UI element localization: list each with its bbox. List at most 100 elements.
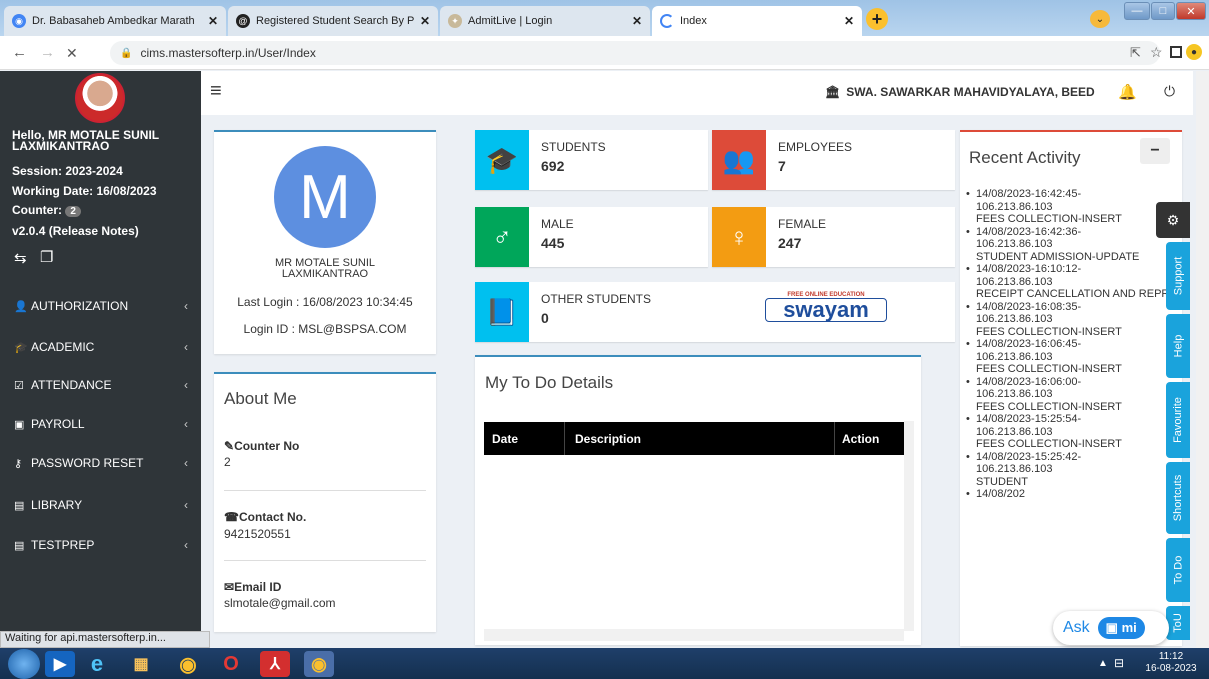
chrome-active-icon[interactable]: ◉	[304, 651, 334, 677]
browser-tab-4[interactable]: Index ✕	[652, 6, 862, 36]
college-title: 🏛 SWA. SAWARKAR MAHAVIDYALAYA, BEED	[825, 85, 1095, 99]
back-icon[interactable]: ←	[12, 44, 27, 61]
close-icon[interactable]: ✕	[632, 14, 642, 28]
side-panel-icon[interactable]	[1170, 46, 1182, 58]
activity-item: • 14/08/202	[966, 488, 1182, 501]
session-text: Session: 2023-2024	[12, 164, 123, 178]
sidebar-item-attendance[interactable]: ☑ ATTENDANCE ‹	[14, 378, 194, 392]
activity-time: 14/08/202	[976, 488, 1025, 500]
activity-title: Recent Activity	[969, 148, 1081, 167]
profile-name: MR MOTALE SUNIL LAXMIKANTRAO	[274, 257, 376, 280]
sidebar-item-authorization[interactable]: 👤 AUTHORIZATION ‹	[14, 299, 194, 313]
activity-time: 14/08/2023-16:06:00-	[976, 375, 1082, 388]
media-player-icon[interactable]: ▶	[45, 651, 75, 677]
activity-action: STUDENT	[976, 475, 1028, 488]
close-icon[interactable]: ✕	[420, 14, 430, 28]
share-icon[interactable]: ⇱	[1130, 45, 1141, 61]
favourite-tab[interactable]: Favourite	[1166, 382, 1190, 458]
last-login: Last Login : 16/08/2023 10:34:45	[237, 295, 413, 309]
page-scrollbar[interactable]	[1196, 71, 1209, 648]
new-tab-button[interactable]: +	[866, 8, 888, 30]
activity-ip: 106.213.86.103	[976, 200, 1053, 213]
minimize-button[interactable]: —	[1124, 2, 1150, 20]
employees-stat[interactable]: 👥 EMPLOYEES 7	[712, 130, 955, 190]
vertical-scrollbar[interactable]	[904, 421, 914, 631]
chevron-left-icon: ‹	[184, 498, 188, 512]
browser-tab-2[interactable]: @ Registered Student Search By PR ✕	[228, 6, 438, 36]
todo-tab[interactable]: To Do	[1166, 538, 1190, 602]
sync-icon[interactable]: ⇆	[14, 249, 27, 267]
sidebar-item-payroll[interactable]: ▣ PAYROLL ‹	[14, 417, 194, 431]
close-icon[interactable]: ✕	[208, 14, 218, 28]
forward-icon[interactable]: →	[40, 44, 55, 61]
profile-icon[interactable]: ●	[1186, 44, 1202, 60]
activity-item: • 14/08/2023-16:42:36- 106.213.86.103 STUDE…	[966, 226, 1182, 264]
activity-action: RECEIPT CANCELLATION AND REPRINT-UPDATE	[976, 288, 1182, 300]
activity-time: 14/08/2023-15:25:42-	[976, 450, 1082, 463]
profile-card: M MR MOTALE SUNIL LAXMIKANTRAO Last Logi…	[214, 130, 436, 354]
book-icon: ▤	[14, 499, 25, 512]
help-tab[interactable]: Help	[1166, 314, 1190, 378]
network-icon[interactable]: ⊟	[1114, 656, 1124, 670]
bullet-icon: •	[966, 263, 970, 275]
windows-start-icon[interactable]	[8, 649, 40, 679]
star-icon[interactable]: ☆	[1150, 44, 1163, 61]
column-header-description: Description	[575, 432, 642, 446]
todo-card: My To Do Details Date Description Action	[475, 355, 921, 645]
sidebar-item-academic[interactable]: 🎓 ACADEMIC ‹	[14, 340, 194, 354]
internet-explorer-icon[interactable]: e	[82, 651, 112, 677]
tou-tab[interactable]: ToU	[1166, 606, 1190, 640]
activity-item: • 14/08/2023-16:10:12- 106.213.86.103 RECEI…	[966, 263, 1182, 301]
sidebar-item-library[interactable]: ▤ LIBRARY ‹	[14, 498, 194, 512]
close-window-button[interactable]: ✕	[1176, 2, 1206, 20]
stop-loading-icon[interactable]: ✕	[66, 45, 78, 62]
clock[interactable]: 11:12 16-08-2023	[1136, 651, 1206, 675]
sidebar-item-testprep[interactable]: ▤ TESTPREP ‹	[14, 538, 194, 552]
shortcuts-tab[interactable]: Shortcuts	[1166, 462, 1190, 534]
chevron-left-icon: ‹	[184, 538, 188, 552]
chrome-icon[interactable]: ◉	[173, 651, 203, 677]
activity-item: • 14/08/2023-16:08:35- 106.213.86.103 FEES …	[966, 301, 1182, 339]
email-value: slmotale@gmail.com	[224, 596, 336, 610]
browser-tab-3[interactable]: ✦ AdmitLive | Login ✕	[440, 6, 650, 36]
male-stat[interactable]: ♂ MALE 445	[475, 207, 708, 267]
url-field[interactable]: 🔒 cims.mastersofterp.in/User/Index	[110, 41, 1160, 65]
maximize-button[interactable]: □	[1151, 2, 1175, 20]
chevron-left-icon: ‹	[184, 417, 188, 431]
power-icon[interactable]: ⏻	[1164, 83, 1175, 100]
chevron-left-icon: ‹	[184, 378, 188, 392]
admitlive-icon: ✦	[448, 14, 462, 28]
activity-item: • 14/08/2023-15:25:42- 106.213.86.103 STUDE…	[966, 450, 1182, 489]
browser-tab-1[interactable]: ◉ Dr. Babasaheb Ambedkar Marath ✕	[4, 6, 226, 36]
activity-list: • 14/08/2023-16:42:45- 106.213.86.103 FEES …	[966, 188, 1182, 501]
swayam-logo[interactable]: FREE ONLINE EDUCATION swayam	[765, 292, 887, 330]
opera-icon[interactable]: O	[216, 651, 246, 677]
activity-time: 14/08/2023-16:10:12-	[976, 263, 1082, 275]
activity-ip: 106.213.86.103	[976, 238, 1053, 250]
students-stat[interactable]: 🎓 STUDENTS 692	[475, 130, 708, 190]
settings-gear-icon[interactable]: ⚙	[1156, 202, 1190, 238]
file-explorer-icon[interactable]: ▦	[126, 651, 156, 677]
activity-ip: 106.213.86.103	[976, 425, 1053, 438]
release-notes-link[interactable]: v2.0.4 (Release Notes)	[12, 224, 139, 238]
ask-chat-button[interactable]: Ask ▣ mi	[1053, 611, 1169, 645]
collapse-button[interactable]: −	[1140, 138, 1170, 164]
profile-initial-avatar: M	[274, 146, 376, 248]
checkbox-icon: ☑	[14, 379, 24, 392]
bell-icon[interactable]: 🔔	[1118, 83, 1137, 101]
support-tab[interactable]: Support	[1166, 242, 1190, 310]
hamburger-menu-icon[interactable]: ≡	[210, 80, 222, 103]
tray-arrow-icon[interactable]: ▲	[1098, 658, 1108, 669]
avatar	[75, 73, 125, 123]
tab-search-icon[interactable]: ⌄	[1090, 10, 1110, 28]
female-stat[interactable]: ♀ FEMALE 247	[712, 207, 955, 267]
sidebar-item-password-reset[interactable]: ⚷ PASSWORD RESET ‹	[14, 456, 194, 470]
user-greeting: Hello, MR MOTALE SUNIL LAXMIKANTRAO	[12, 128, 159, 153]
close-icon[interactable]: ✕	[844, 14, 854, 28]
bullet-icon: •	[966, 188, 970, 200]
other-students-stat[interactable]: 📘 OTHER STUDENTS 0 FREE ONLINE EDUCATION…	[475, 282, 955, 342]
horizontal-scrollbar[interactable]	[484, 629, 904, 641]
copy-icon[interactable]: ❐	[40, 248, 53, 266]
pdf-reader-icon[interactable]: ⅄	[260, 651, 290, 677]
activity-time: 14/08/2023-16:42:45-	[976, 188, 1082, 200]
